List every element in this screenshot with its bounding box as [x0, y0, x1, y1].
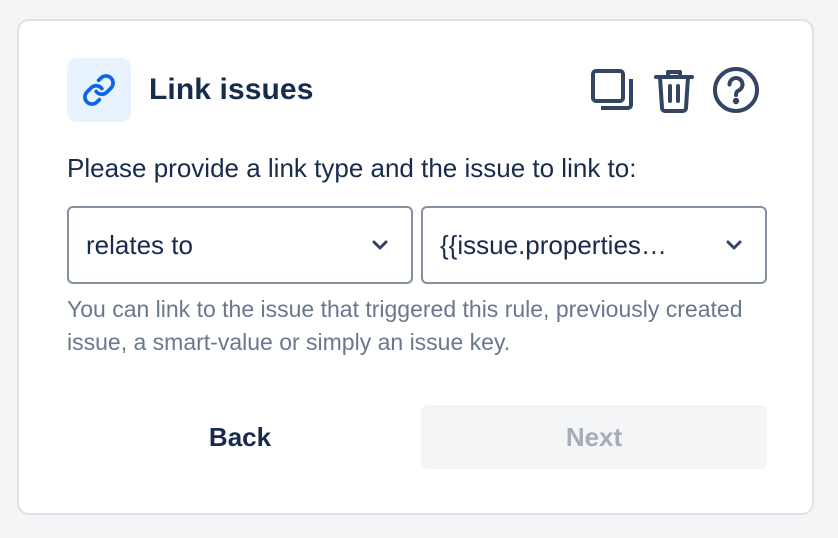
rule-action-card: Link issues Please provide a link type a…: [17, 19, 814, 515]
next-button[interactable]: Next: [421, 405, 767, 469]
header-actions: [588, 66, 760, 114]
link-type-select[interactable]: relates to: [67, 206, 413, 284]
help-icon[interactable]: [712, 66, 760, 114]
issue-value: {{issue.properties…: [440, 229, 667, 260]
back-button[interactable]: Back: [67, 405, 413, 469]
copy-icon[interactable]: [588, 66, 636, 114]
instruction-text: Please provide a link type and the issue…: [67, 153, 637, 183]
trash-icon[interactable]: [650, 66, 698, 114]
card-header: Link issues: [67, 57, 764, 123]
chevron-down-icon: [371, 239, 389, 251]
chevron-down-icon: [725, 239, 743, 251]
helper-text: You can link to the issue that triggered…: [67, 296, 743, 355]
link-type-value: relates to: [86, 229, 193, 260]
card-title: Link issues: [149, 73, 314, 106]
link-icon: [67, 58, 131, 122]
issue-select[interactable]: {{issue.properties…: [421, 206, 767, 284]
